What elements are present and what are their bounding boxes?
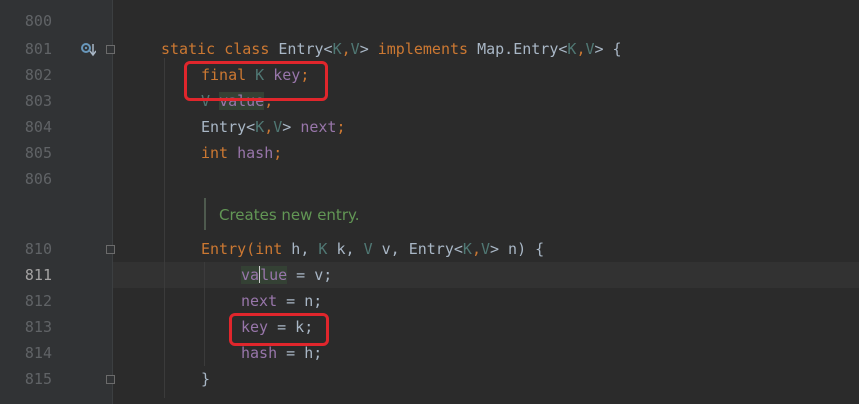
code-editor[interactable]: 800 801 static class Entry<K,V> implemen… — [0, 0, 859, 404]
code-text[interactable]: Entry<K,V> next; — [201, 114, 346, 140]
line-number: 811 — [24, 266, 52, 284]
code-line[interactable]: 813 key = k; — [0, 314, 859, 340]
fold-marker[interactable] — [106, 245, 115, 254]
code-line[interactable]: 806 — [0, 166, 859, 192]
line-number: 802 — [24, 66, 52, 84]
line-number: 801 — [24, 40, 52, 58]
line-number: 805 — [24, 144, 52, 162]
code-line[interactable]: 803 V value; — [0, 88, 859, 114]
line-number: 810 — [24, 240, 52, 258]
code-line[interactable]: 800 — [0, 8, 859, 34]
line-number: 814 — [24, 344, 52, 362]
code-line[interactable]: 810 Entry(int h, K k, V v, Entry<K,V> n)… — [0, 236, 859, 262]
code-line[interactable]: 804 Entry<K,V> next; — [0, 114, 859, 140]
line-number: 812 — [24, 292, 52, 310]
line-number: 804 — [24, 118, 52, 136]
highlight-box-field-key — [184, 61, 328, 101]
code-text[interactable]: } — [201, 366, 210, 392]
code-line[interactable]: 812 next = n; — [0, 288, 859, 314]
code-line[interactable]: 811 value = v; — [0, 262, 859, 288]
fold-marker[interactable] — [106, 45, 115, 54]
line-number: 800 — [24, 12, 52, 30]
code-line[interactable]: 815 } — [0, 366, 859, 392]
code-text[interactable]: Entry(int h, K k, V v, Entry<K,V> n) { — [201, 236, 544, 262]
code-text[interactable]: static class Entry<K,V> implements Map.E… — [161, 36, 622, 62]
code-text[interactable]: int hash; — [201, 140, 282, 166]
doc-comment-bar — [204, 198, 206, 230]
line-number: 813 — [24, 318, 52, 336]
code-text[interactable]: next = n; — [241, 288, 322, 314]
line-number: 803 — [24, 92, 52, 110]
code-line[interactable]: 802 final K key; — [0, 62, 859, 88]
rendered-doc-comment[interactable]: Creates new entry. — [219, 203, 360, 227]
code-line[interactable]: 801 static class Entry<K,V> implements M… — [0, 36, 859, 62]
fold-marker[interactable] — [106, 375, 115, 384]
line-number: 806 — [24, 170, 52, 188]
code-line[interactable]: 814 hash = h; — [0, 340, 859, 366]
code-text[interactable]: value = v; — [241, 262, 332, 288]
code-line[interactable]: 805 int hash; — [0, 140, 859, 166]
line-number: 815 — [24, 370, 52, 388]
highlight-box-assign-key — [229, 313, 329, 346]
